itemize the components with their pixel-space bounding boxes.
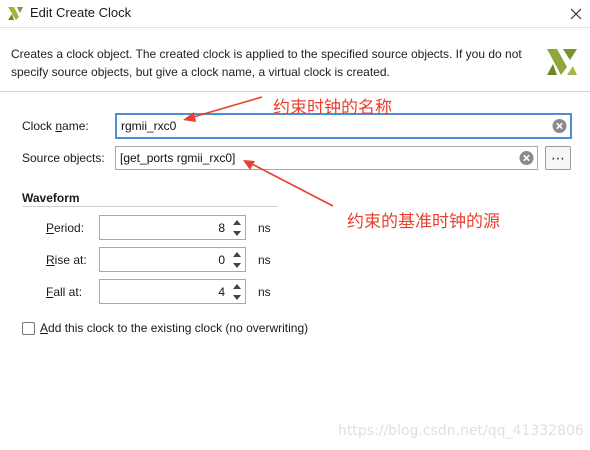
increment-arrow-icon[interactable] (230, 217, 243, 227)
window-title: Edit Create Clock (30, 5, 132, 20)
close-icon (570, 8, 582, 19)
period-label: Period: (46, 221, 85, 235)
rise-spinner[interactable]: 0 (99, 247, 246, 272)
close-button[interactable] (562, 0, 590, 27)
period-value: 8 (218, 221, 225, 235)
fall-label: Fall at: (46, 285, 83, 299)
browse-button[interactable]: ⋯ (545, 146, 571, 170)
clock-name-value: rgmii_rxc0 (121, 119, 177, 133)
source-objects-value: [get_ports rgmii_rxc0] (120, 151, 236, 165)
fall-unit: ns (258, 285, 271, 299)
decrement-arrow-icon[interactable] (230, 292, 243, 302)
period-spinner[interactable]: 8 (99, 215, 246, 240)
vivado-brand-logo (547, 49, 577, 75)
decrement-arrow-icon[interactable] (230, 260, 243, 270)
add-clock-checkbox[interactable] (22, 322, 35, 335)
more-icon: ⋯ (551, 150, 565, 166)
rise-value: 0 (218, 253, 225, 267)
rise-unit: ns (258, 253, 271, 267)
rise-label: Rise at: (46, 253, 87, 267)
clock-name-label: Clock name: (22, 119, 89, 133)
increment-arrow-icon[interactable] (230, 281, 243, 291)
source-objects-input[interactable]: [get_ports rgmii_rxc0] (115, 146, 538, 170)
annotation-source: 约束的基准时钟的源 (347, 212, 500, 232)
annotation-clock-name: 约束时钟的名称 (273, 98, 392, 118)
clear-icon[interactable] (552, 119, 567, 134)
fall-value: 4 (218, 285, 225, 299)
period-unit: ns (258, 221, 271, 235)
watermark: https://blog.csdn.net/qq_41332806 (338, 423, 584, 439)
source-objects-label: Source objects: (22, 151, 105, 165)
clear-icon[interactable] (519, 151, 534, 166)
increment-arrow-icon[interactable] (230, 249, 243, 259)
waveform-divider (22, 206, 278, 207)
info-panel: Creates a clock object. The created cloc… (0, 28, 590, 92)
decrement-arrow-icon[interactable] (230, 228, 243, 238)
waveform-title: Waveform (22, 191, 80, 205)
title-bar: Edit Create Clock (0, 0, 590, 28)
vivado-logo-icon (8, 7, 23, 20)
add-clock-label[interactable]: Add this clock to the existing clock (no… (40, 321, 308, 335)
fall-spinner[interactable]: 4 (99, 279, 246, 304)
info-description: Creates a clock object. The created cloc… (11, 47, 522, 79)
